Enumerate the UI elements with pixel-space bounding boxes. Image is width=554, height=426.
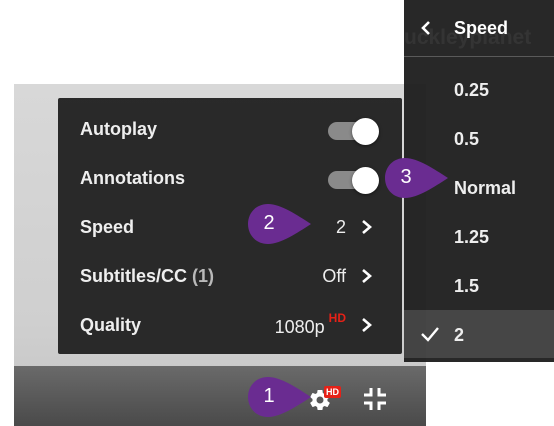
subtitles-value: Off (322, 266, 346, 286)
speed-option-1.25[interactable]: 1.25 (404, 212, 554, 260)
speed-option-2[interactable]: 2 (404, 310, 554, 358)
speed-option-0.25[interactable]: 0.25 (404, 65, 554, 113)
chevron-right-icon (362, 318, 372, 332)
menu-item-label: Quality (80, 315, 142, 335)
chevron-right-icon (362, 220, 372, 234)
annotations-toggle[interactable] (328, 167, 380, 194)
chevron-left-icon[interactable] (420, 20, 432, 36)
checkmark-icon (421, 327, 439, 342)
menu-item-annotations[interactable]: Annotations (58, 153, 402, 202)
chevron-right-icon (362, 269, 372, 283)
hd-superscript: HD (328, 311, 346, 325)
speed-menu-title: Speed (454, 18, 509, 38)
speed-option-0.5[interactable]: 0.5 (404, 114, 554, 162)
step-callout-3: 3 (384, 157, 450, 199)
step-callout-2: 2 (247, 203, 313, 245)
toggle-knob (352, 118, 379, 145)
speed-menu-header[interactable]: Speed (404, 0, 554, 57)
menu-item-autoplay[interactable]: Autoplay (58, 104, 402, 153)
menu-item-quality[interactable]: Quality 1080p HD (58, 300, 402, 349)
menu-item-label: Autoplay (80, 119, 158, 139)
step-callout-1: 1 (247, 376, 313, 418)
toggle-knob (352, 167, 379, 194)
exit-fullscreen-button[interactable] (362, 386, 388, 412)
autoplay-toggle[interactable] (328, 118, 380, 145)
subtitle-count: (1) (192, 266, 215, 286)
menu-item-label: Speed (80, 217, 135, 237)
exit-fullscreen-icon (364, 388, 386, 410)
quality-value: 1080p HD (274, 311, 346, 337)
speed-option-1.5[interactable]: 1.5 (404, 261, 554, 309)
menu-item-speed[interactable]: Speed 2 (58, 202, 402, 251)
settings-menu: Autoplay Annotations Speed 2 Subtitles/C… (58, 98, 402, 354)
menu-item-subtitles[interactable]: Subtitles/CC (1) Off (58, 251, 402, 300)
hd-badge: HD (324, 386, 341, 398)
speed-value: 2 (335, 217, 346, 237)
menu-item-label: Annotations (80, 168, 185, 188)
menu-item-label: Subtitles/CC (1) (80, 266, 215, 286)
